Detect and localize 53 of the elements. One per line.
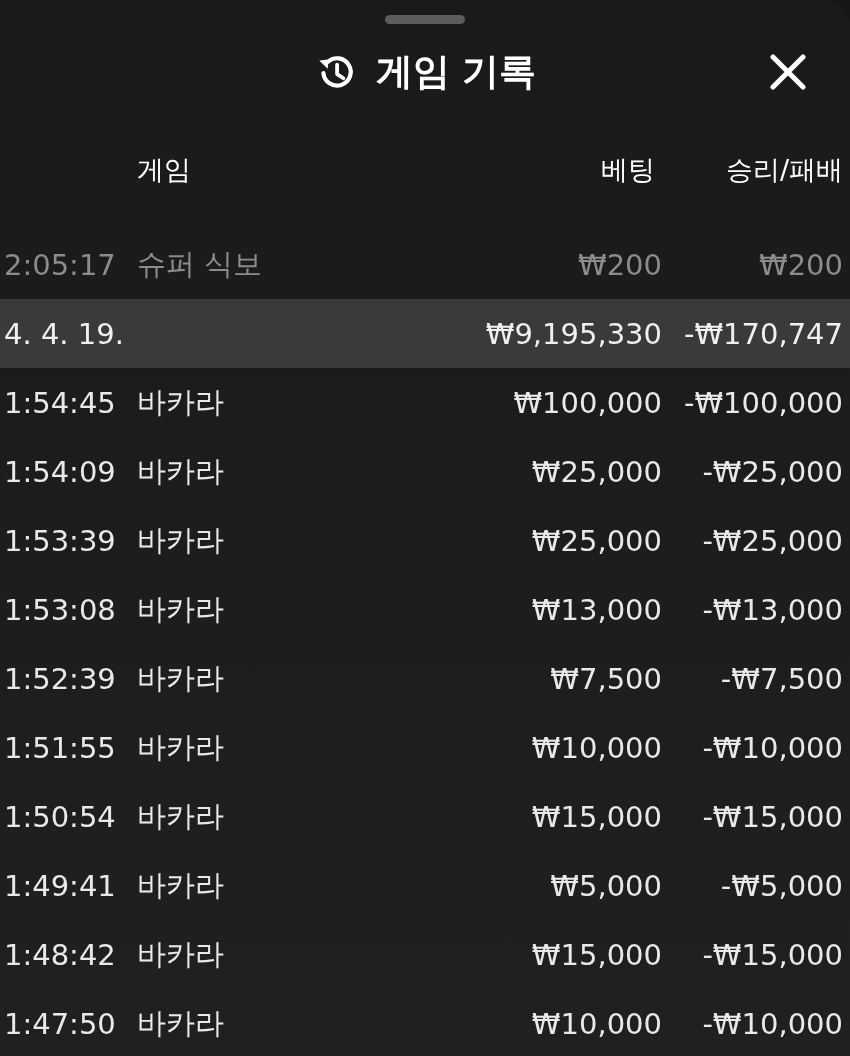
column-header: 베팅: [601, 153, 656, 187]
bet-cell: ₩10,000: [531, 730, 662, 765]
result-cell: -₩25,000: [702, 523, 843, 558]
time-cell-text: 1:49:41: [4, 868, 117, 903]
result-total: -₩170,747: [683, 316, 843, 351]
bet-cell: ₩200: [577, 247, 662, 282]
bet-cell: ₩100,000: [513, 385, 662, 420]
game-cell-text: 바카라: [137, 728, 225, 766]
bet-cell: ₩25,000: [531, 454, 662, 489]
time-cell-text: 1:53:08: [4, 592, 117, 627]
result-cell: -₩13,000: [702, 592, 843, 627]
time-cell-text: 2:05:17: [4, 247, 117, 282]
time-cell-text: 1:54:09: [4, 454, 117, 489]
date-label: 4. 4. 19.: [4, 316, 125, 351]
result-cell: -₩100,000: [683, 385, 843, 420]
time-cell-text: 1:54:45: [4, 385, 117, 420]
game-cell-text: 바카라: [137, 383, 225, 421]
bet-cell: ₩25,000: [531, 523, 662, 558]
game-cell-text: 바카라: [137, 659, 225, 697]
game-cell-text: 바카라: [137, 797, 225, 835]
result-cell: -₩7,500: [720, 661, 843, 696]
result-cell: -₩5,000: [720, 868, 843, 903]
bet-cell: ₩15,000: [531, 937, 662, 972]
bet-cell: ₩7,500: [550, 661, 662, 696]
game-cell-text: 슈퍼 식보: [137, 245, 264, 283]
drag-handle[interactable]: [385, 15, 465, 24]
result-cell: -₩25,000: [702, 454, 843, 489]
result-cell: -₩10,000: [702, 1006, 843, 1041]
result-cell: -₩10,000: [702, 730, 843, 765]
column-header: 승리/패배: [725, 153, 843, 187]
time-cell-text: 1:51:55: [4, 730, 117, 765]
result-cell: -₩15,000: [702, 937, 843, 972]
result-cell: ₩200: [758, 247, 843, 282]
result-cell: -₩15,000: [702, 799, 843, 834]
game-cell-text: 바카라: [137, 521, 225, 559]
time-cell-text: 1:50:54: [4, 799, 117, 834]
bet-cell: ₩13,000: [531, 592, 662, 627]
time-cell-text: 1:48:42: [4, 937, 117, 972]
game-cell-text: 바카라: [137, 1004, 225, 1042]
time-cell-text: 1:53:39: [4, 523, 117, 558]
game-cell-text: 바카라: [137, 935, 225, 973]
close-icon[interactable]: [770, 54, 806, 90]
bet-total: ₩9,195,330: [485, 316, 662, 351]
game-cell-text: 바카라: [137, 452, 225, 490]
bet-cell: ₩5,000: [550, 868, 662, 903]
game-cell-text: 바카라: [137, 590, 225, 628]
bet-cell: ₩10,000: [531, 1006, 662, 1041]
game-cell-text: 바카라: [137, 866, 225, 904]
column-header: 게임: [137, 153, 192, 187]
bet-cell: ₩15,000: [531, 799, 662, 834]
time-cell-text: 1:52:39: [4, 661, 117, 696]
time-cell-text: 1:47:50: [4, 1006, 117, 1041]
sheet-title: 게임 기록: [375, 49, 537, 95]
